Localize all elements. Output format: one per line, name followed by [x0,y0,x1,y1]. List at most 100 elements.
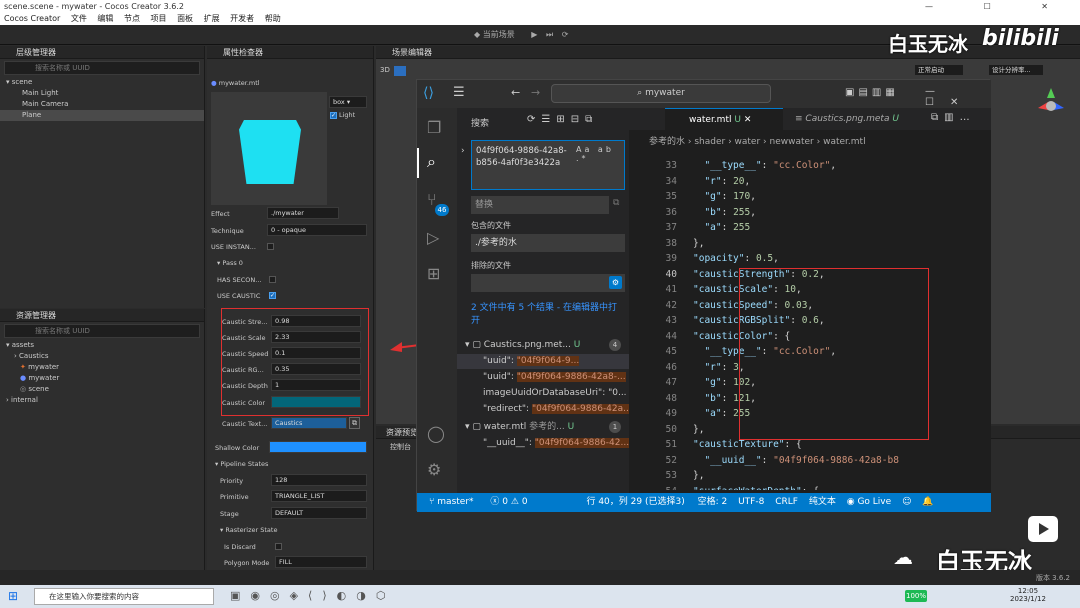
indentation[interactable]: 空格: 2 [698,497,728,507]
search-options-icons[interactable]: Aa ab .* [576,145,624,163]
play-icon[interactable]: ▶ [531,30,537,39]
tab-water-mtl[interactable]: water.mtl U ✕ [665,108,783,130]
mode-3d-button[interactable]: 3D [380,66,390,74]
extensions-icon[interactable]: ⊞ [427,264,440,283]
refresh-icon[interactable]: ⟳ [562,30,569,39]
exclude-input[interactable]: ⚙ [471,274,625,292]
language-mode[interactable]: 纯文本 [809,497,836,507]
menu-developer[interactable]: 开发者 [230,14,254,23]
texture-picker-icon[interactable]: ⧉ [349,417,360,429]
branch-item[interactable]: ⑂ master* [429,497,474,507]
rasterizer-header[interactable]: ▾ Rasterizer State [220,526,277,534]
asset-folder-assets[interactable]: ▾ assets [0,340,204,351]
window-controls[interactable]: — ☐ ✕ [925,0,1072,13]
nav-forward-icon[interactable]: → [531,86,540,99]
line-ending[interactable]: CRLF [775,497,798,507]
search-match[interactable]: "redirect": "04f9f064-9886-42a... [457,402,629,417]
search-match[interactable]: "uuid": "04f9f064-9... [457,354,629,369]
bell-icon[interactable]: 🔔 [922,497,933,507]
breadcrumb-item[interactable]: 参考的水 [649,137,685,147]
replace-all-icon[interactable]: ⧉ [613,198,619,208]
code-line[interactable]: 54 "surfaceWaterDepth": { [629,484,991,491]
preview-shape-select[interactable]: box ▾ [329,96,367,108]
code-line[interactable]: 39 "opacity": 0.5, [629,251,991,267]
code-line[interactable]: 34 "r": 20, [629,174,991,190]
menu-edit[interactable]: 编辑 [97,14,113,23]
assets-search[interactable]: 搜索名称或 UUID [4,324,200,338]
technique-select[interactable]: 0 - opaque [267,224,367,236]
run-debug-icon[interactable]: ▷ [427,228,439,247]
replace-input[interactable]: 替换 [471,196,609,214]
tree-item-main-light[interactable]: Main Light [0,88,204,99]
account-icon[interactable]: ◯ [427,424,445,443]
code-line[interactable]: 37 "a": 255 [629,220,991,236]
result-file-caustics[interactable]: ▾ ▢ Caustics.png.met... U4 [465,338,627,352]
search-input[interactable]: 04f9f064-9886-42a8-b856-4af0f3e3422a Aa … [471,140,625,190]
tree-item-main-camera[interactable]: Main Camera [0,99,204,110]
stage-select[interactable]: DEFAULT [271,507,367,519]
search-actions[interactable]: ⟳☰⊞⊟⧉ [527,114,598,125]
hierarchy-search[interactable]: 搜索名称或 UUID [4,61,200,75]
tree-item-plane[interactable]: Plane [0,110,204,121]
clock[interactable]: 12:05 2023/1/12 [1010,587,1046,603]
toggle-replace-icon[interactable]: › [461,146,465,156]
settings-gear-icon[interactable]: ⚙ [427,460,441,479]
light-checkbox[interactable]: ✓ [330,112,337,119]
pipeline-states-header[interactable]: ▾ Pipeline States [215,460,268,468]
projection-select[interactable]: 正常启动 [914,64,964,76]
has-second-checkbox[interactable] [269,276,276,283]
asset-folder-caustics[interactable]: › Caustics [0,351,204,362]
shallow-color-swatch[interactable] [269,441,367,453]
primitive-select[interactable]: TRIANGLE_LIST [271,490,367,502]
code-line[interactable]: 35 "g": 170, [629,189,991,205]
editor-actions[interactable]: ⧉▥… [931,112,976,123]
polygon-mode-select[interactable]: FILL [275,556,367,568]
cursor-position[interactable]: 行 40，列 29 (已选择3) [586,497,684,507]
search-icon[interactable]: ⌕ [427,152,436,172]
step-icon[interactable]: ⏭ [546,30,553,39]
axis-gizmo-icon[interactable] [1036,86,1066,122]
caustic-texture-field[interactable]: Caustics [271,417,347,429]
encoding[interactable]: UTF-8 [738,497,764,507]
editor-area[interactable]: water.mtl U ✕ ≡ Caustics.png.meta U ⧉▥… … [629,108,991,493]
is-discard-checkbox[interactable] [275,543,282,550]
close-icon[interactable]: ✕ [744,115,752,125]
explorer-icon[interactable]: ❐ [427,118,441,137]
code-line[interactable]: 33 "__type__": "cc.Color", [629,158,991,174]
use-instancing-checkbox[interactable] [267,243,274,250]
asset-mywater-effect[interactable]: ✦ mywater [0,362,204,373]
code-line[interactable]: 36 "b": 255, [629,205,991,221]
scene-selector[interactable]: ◆ 当前场景 ▶ ⏭ ⟳ [474,29,568,40]
design-resolution-select[interactable]: 设计分辨率... [988,64,1044,76]
move-tool-icon[interactable] [394,66,406,76]
breadcrumb-item[interactable]: newwater [770,137,814,147]
breadcrumb-item[interactable]: water.mtl [823,137,865,147]
breadcrumb[interactable]: 参考的水 › shader › water › newwater › water… [649,134,866,147]
breadcrumb-item[interactable]: water [735,137,761,147]
code-line[interactable]: 53}, [629,468,991,484]
effect-select[interactable]: ./mywater [267,207,339,219]
asset-folder-internal[interactable]: › internal [0,395,204,406]
menu-help[interactable]: 帮助 [265,14,281,23]
pass-header[interactable]: ▾ Pass 0 [217,259,243,267]
use-caustic-checkbox[interactable]: ✓ [269,292,276,299]
window-controls-vscode[interactable]: —☐✕ [925,86,991,108]
layout-icons[interactable]: ▣▤▥▦ [845,87,899,98]
nav-back-icon[interactable]: ← [511,86,520,99]
result-file-water[interactable]: ▾ ▢ water.mtl 参考的... U1 [465,420,627,434]
include-input[interactable]: ./参考的水 [471,234,625,252]
priority-input[interactable]: 128 [271,474,367,486]
menu-project[interactable]: 项目 [151,14,167,23]
menu-node[interactable]: 节点 [124,14,140,23]
search-match[interactable]: "uuid": "04f9f064-9886-42a8-... [457,370,629,385]
golive-item[interactable]: ◉ Go Live [847,497,891,507]
asset-mywater-material[interactable]: ● mywater [0,373,204,384]
asset-scene[interactable]: ◎ scene [0,384,204,395]
code-line[interactable]: 52 "__uuid__": "04f9f064-9886-42a8-b8 [629,453,991,469]
taskbar-search[interactable]: 在这里输入你要搜索的内容 [34,588,214,605]
console-tab[interactable]: 控制台 [390,442,411,452]
battery-indicator[interactable]: 100% [905,590,927,602]
tree-item-scene[interactable]: ▾ scene [0,77,204,88]
search-match[interactable]: imageUuidOrDatabaseUri": "0... [457,386,629,401]
feedback-icon[interactable]: ☺ [902,497,911,507]
